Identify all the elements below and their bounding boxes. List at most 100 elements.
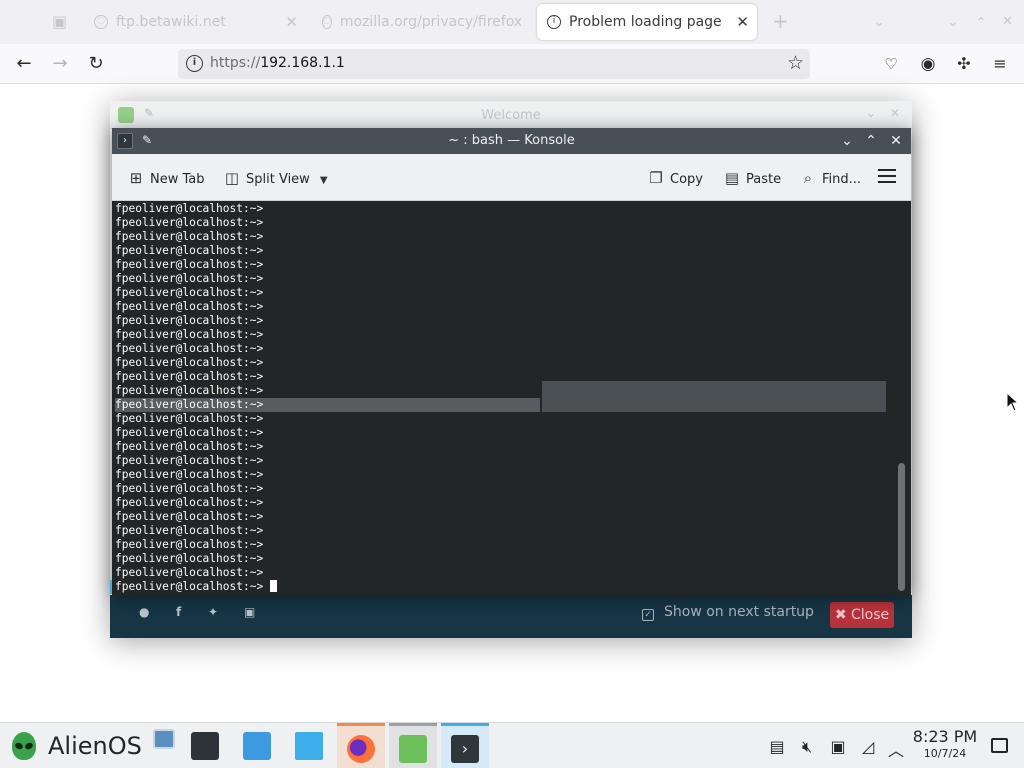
terminal-line: fpeoliver@localhost:~> <box>115 538 263 552</box>
close-button[interactable]: ✖ Close <box>830 602 894 628</box>
twitter-icon[interactable]: ✦ <box>208 605 218 619</box>
checkbox-icon: ✓ <box>642 609 654 621</box>
close-icon[interactable]: ✕ <box>285 13 298 31</box>
tab-betawiki[interactable]: ◌ ftp.betawiki.net ✕ <box>84 4 306 40</box>
hamburger-menu-icon[interactable] <box>878 169 896 184</box>
reddit-icon[interactable]: ● <box>139 605 149 619</box>
pocket-icon[interactable]: ♡ <box>878 52 904 76</box>
prompt-text: fpeoliver@localhost:~> <box>115 286 264 299</box>
terminal-line: fpeoliver@localhost:~> <box>115 370 263 384</box>
split-view-button[interactable]: ◫ Split View ▼ <box>224 167 328 189</box>
prompt-text: fpeoliver@localhost:~> <box>115 496 264 509</box>
browser-tab-bar: ▣ ◌ ftp.betawiki.net ✕ ◌ mozilla.org/pri… <box>0 0 1024 44</box>
task-welcome[interactable] <box>389 723 437 768</box>
maximize-icon[interactable]: ⌃ <box>976 15 986 29</box>
chevron-down-icon[interactable]: ▼ <box>320 170 328 192</box>
tab-problem-loading[interactable]: i Problem loading page ✕ <box>537 4 757 40</box>
terminal-line: fpeoliver@localhost:~> <box>115 300 263 314</box>
tab-label: Problem loading page <box>569 14 722 30</box>
terminal-line: fpeoliver@localhost:~> <box>115 398 540 412</box>
task-file-manager[interactable] <box>285 723 333 768</box>
new-tab-button[interactable]: ⊞ New Tab <box>128 167 205 189</box>
minimize-icon[interactable]: ⌄ <box>866 106 876 120</box>
account-icon[interactable]: ◉ <box>915 52 941 76</box>
selection-highlight <box>542 381 886 412</box>
show-on-startup-checkbox[interactable]: ✓ Show on next startup <box>642 604 814 621</box>
terminal-line: fpeoliver@localhost:~> <box>115 328 263 342</box>
search-icon: ⌕ <box>803 169 813 187</box>
url-bar[interactable]: i https://192.168.1.1 ☆ <box>178 49 810 79</box>
prompt-text: fpeoliver@localhost:~> <box>115 230 264 243</box>
maximize-icon[interactable]: ⌃ <box>862 132 880 150</box>
forward-arrow-icon[interactable]: → <box>47 52 73 76</box>
terminal-line: fpeoliver@localhost:~> <box>115 412 263 426</box>
firefox-view-icon[interactable]: ▣ <box>52 12 67 31</box>
mouse-pointer-icon <box>1006 392 1020 412</box>
tab-mozilla-privacy[interactable]: ◌ mozilla.org/privacy/firefox <box>312 4 532 40</box>
clipboard-icon[interactable]: ▤ <box>767 737 787 756</box>
close-icon[interactable]: ✕ <box>736 13 749 31</box>
paste-button[interactable]: ▤ Paste <box>724 167 781 189</box>
reload-icon[interactable]: ↻ <box>83 52 109 76</box>
window-title: ~ : bash — Konsole <box>448 133 575 148</box>
prompt-text: fpeoliver@localhost:~> <box>115 384 264 397</box>
app-menu-icon[interactable]: ≡ <box>987 52 1013 76</box>
terminal-line: fpeoliver@localhost:~> <box>115 230 263 244</box>
copy-button[interactable]: ❐ Copy <box>648 167 703 189</box>
facebook-icon[interactable]: f <box>176 605 181 619</box>
prompt-text: fpeoliver@localhost:~> <box>115 398 264 411</box>
minimize-icon[interactable]: ⌄ <box>838 132 856 150</box>
site-info-icon[interactable]: i <box>186 55 203 72</box>
back-arrow-icon[interactable]: ← <box>11 52 37 76</box>
network-disconnected-icon[interactable]: ◿ <box>858 737 878 756</box>
task-konsole[interactable]: › <box>441 723 489 768</box>
url-text[interactable]: https://192.168.1.1 <box>210 55 345 71</box>
terminal-line: fpeoliver@localhost:~> <box>115 356 263 370</box>
volume-muted-icon[interactable]: 🔇︎ <box>797 737 817 757</box>
storage-icon[interactable]: ▣ <box>828 737 848 756</box>
app-launcher[interactable]: AlienOS <box>12 731 142 761</box>
chevron-up-icon[interactable]: ︿ <box>886 737 906 761</box>
terminal-line: fpeoliver@localhost:~> <box>115 552 263 566</box>
task-discover[interactable] <box>233 723 281 768</box>
prompt-text: fpeoliver@localhost:~> <box>115 412 264 425</box>
terminal-area[interactable]: fpeoliver@localhost:~> fpeoliver@localhos… <box>112 201 911 595</box>
prompt-text: fpeoliver@localhost:~> <box>115 370 264 383</box>
close-icon[interactable]: ✕ <box>890 106 900 120</box>
mastodon-icon[interactable]: ▣ <box>244 605 255 619</box>
terminal-line: fpeoliver@localhost:~> <box>115 510 263 524</box>
close-icon[interactable]: ✕ <box>887 132 905 150</box>
bookmark-star-icon[interactable]: ☆ <box>787 52 804 74</box>
close-window-icon[interactable]: ✕ <box>1002 14 1013 29</box>
tab-label: ftp.betawiki.net <box>116 14 226 30</box>
terminal-line: fpeoliver@localhost:~> <box>115 244 263 258</box>
list-tabs-icon[interactable]: ⌄ <box>874 15 884 29</box>
konsole-window: › ✎ ~ : bash — Konsole ⌄ ⌃ ✕ ⊞ New Tab ◫ S… <box>110 128 911 595</box>
konsole-titlebar[interactable]: › ✎ ~ : bash — Konsole ⌄ ⌃ ✕ <box>112 128 911 154</box>
terminal-line: fpeoliver@localhost:~> <box>115 524 263 538</box>
scrollbar[interactable] <box>898 463 905 591</box>
clock-time[interactable]: 8:23 PM <box>908 727 982 746</box>
firefox-icon <box>347 735 375 763</box>
prompt-text: fpeoliver@localhost:~> <box>115 482 264 495</box>
terminal-line: fpeoliver@localhost:~> <box>115 482 263 496</box>
prompt-text: fpeoliver@localhost:~> <box>115 356 264 369</box>
clock-date[interactable]: 10/7/24 <box>908 747 982 760</box>
prompt-text: fpeoliver@localhost:~> <box>115 216 264 229</box>
prompt-text: fpeoliver@localhost:~> <box>115 454 264 467</box>
task-firefox[interactable] <box>337 723 385 768</box>
task-system-settings[interactable] <box>181 723 229 768</box>
task-system-info[interactable] <box>150 723 178 768</box>
minimize-icon[interactable]: ⌄ <box>948 15 958 29</box>
terminal-line: fpeoliver@localhost:~> <box>115 258 263 272</box>
launcher-label: AlienOS <box>48 732 142 760</box>
show-desktop-icon[interactable] <box>991 738 1008 753</box>
monitor-icon <box>153 729 175 749</box>
globe-icon: ◌ <box>322 15 332 29</box>
prompt-text: fpeoliver@localhost:~> <box>115 566 264 579</box>
find-button[interactable]: ⌕ Find... <box>800 167 861 189</box>
terminal-line: fpeoliver@localhost:~> <box>115 202 263 216</box>
new-tab-button[interactable]: + <box>772 9 789 33</box>
prompt-text: fpeoliver@localhost:~> <box>115 300 264 313</box>
extensions-icon[interactable]: ✣ <box>951 52 977 76</box>
